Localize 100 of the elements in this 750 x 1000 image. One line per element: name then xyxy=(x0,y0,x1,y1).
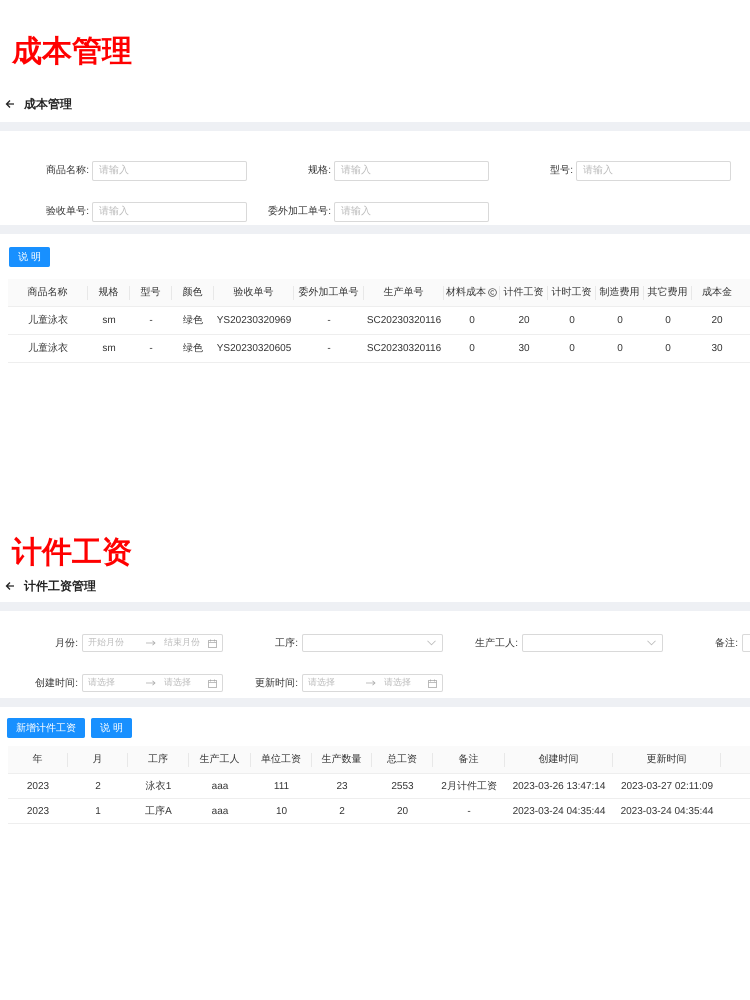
input-field[interactable]: 请输入 xyxy=(576,160,731,180)
field-label: 更新时间: xyxy=(254,676,299,690)
column-header: 规格 xyxy=(98,286,118,300)
column-header: 生产数量 xyxy=(322,752,362,767)
page-title: 成本管理 xyxy=(24,96,72,113)
field-label: 验收单号: xyxy=(45,204,90,219)
table-cell-text: - xyxy=(149,342,153,356)
input-field[interactable]: 请输入 xyxy=(334,202,489,222)
table-cell-text: - xyxy=(149,314,153,328)
column-header: 备注 xyxy=(458,752,478,767)
table-cell-text: 10 xyxy=(276,804,288,818)
field-label: 型号: xyxy=(549,164,574,178)
table-cell-text: 0 xyxy=(469,314,475,328)
date-range-field[interactable]: 请选择 请选择 xyxy=(302,674,443,692)
arrow-right-icon xyxy=(146,640,156,646)
table-cell-text: 20 xyxy=(711,314,723,328)
column-header: 生产单号 xyxy=(384,286,424,300)
table-cell-text: 0 xyxy=(569,342,575,356)
column-header: 更新时间 xyxy=(646,752,686,767)
table-cell-text: YS20230320605 xyxy=(216,342,292,356)
table-cell-text: SC20230320116 xyxy=(366,342,442,356)
date-range-field[interactable]: 开始月份 结束月份 xyxy=(82,634,223,652)
field-label: 委外加工单号: xyxy=(267,204,332,219)
table-cell-text: 泳衣1 xyxy=(146,780,172,794)
column-header: 材料成本 xyxy=(446,286,486,300)
column-header: 颜色 xyxy=(182,286,202,300)
input-field[interactable]: 请输入 xyxy=(92,202,247,222)
select-field[interactable] xyxy=(302,634,443,652)
calendar-icon xyxy=(208,638,217,648)
table-cell-text: 23 xyxy=(336,780,348,794)
column-header: 月 xyxy=(92,753,102,767)
table-cell-text: 2023-03-24 04:35:44 xyxy=(512,804,606,818)
table-cell-text: 0 xyxy=(665,342,671,356)
column-header: 总工资 xyxy=(387,752,417,767)
table-cell-text: 20 xyxy=(396,804,408,818)
info-icon[interactable] xyxy=(488,288,497,297)
field-label: 工序: xyxy=(274,636,299,650)
table-cell-text: - xyxy=(327,314,331,328)
table-cell-text: aaa xyxy=(212,780,228,794)
column-header: 计时工资 xyxy=(552,286,592,300)
table-cell-text: - xyxy=(467,804,471,818)
table-cell-text: 0 xyxy=(617,314,623,328)
back-arrow-icon[interactable] xyxy=(5,581,15,591)
arrow-right-icon xyxy=(366,680,376,686)
column-header: 生产工人 xyxy=(200,752,240,767)
table-cell-text: 2553 xyxy=(391,780,414,794)
table-cell-text: 2023 xyxy=(26,804,50,818)
column-header: 创建时间 xyxy=(538,752,578,767)
input-field[interactable]: 请输入 xyxy=(92,160,247,180)
table-cell-text: 2 xyxy=(339,804,345,818)
column-header: 成本金 xyxy=(702,286,732,300)
action-button[interactable]: 说 明 xyxy=(9,247,50,267)
table-cell-text: 绿色 xyxy=(183,314,203,328)
placeholder: 结束月份 xyxy=(164,636,201,650)
table-cell-text: 2023-03-27 02:11:09 xyxy=(620,780,714,794)
column-header: 委外加工单号 xyxy=(298,286,358,300)
field-label: 备注: xyxy=(714,636,739,650)
table-cell-text: 0 xyxy=(469,342,475,356)
field-label: 规格: xyxy=(307,164,332,178)
table-cell-text: 0 xyxy=(665,314,671,328)
table-cell-text: sm xyxy=(102,314,116,328)
input-field[interactable]: 请输入 xyxy=(334,160,489,180)
table-cell-text: - xyxy=(327,342,331,356)
column-header: 单位工资 xyxy=(261,752,301,767)
column-header: 验收单号 xyxy=(234,286,274,300)
field-label: 生产工人: xyxy=(474,636,519,650)
select-field[interactable] xyxy=(522,634,663,652)
table-cell-text: 2月计件工资 xyxy=(441,780,497,794)
placeholder: 开始月份 xyxy=(88,636,125,650)
page-title: 计件工资管理 xyxy=(24,578,96,595)
table-cell-text: 儿童泳衣 xyxy=(28,314,68,328)
action-button[interactable]: 说 明 xyxy=(91,718,132,738)
chevron-down-icon xyxy=(647,640,656,646)
table-cell-text: 20 xyxy=(518,314,530,328)
field-label: 商品名称: xyxy=(45,164,90,178)
table-cell-text: 0 xyxy=(617,342,623,356)
table-cell-text: aaa xyxy=(212,804,228,818)
column-header: 其它费用 xyxy=(648,286,688,300)
column-header: 制造费用 xyxy=(600,286,640,300)
table-cell-text: 1 xyxy=(95,804,101,818)
table-cell-text: 2 xyxy=(95,780,101,794)
date-range-field[interactable]: 请选择 请选择 xyxy=(82,674,223,692)
table-cell-text: sm xyxy=(102,342,116,356)
action-button[interactable]: 新增计件工资 xyxy=(7,718,85,738)
table-cell-text: 工序A xyxy=(145,804,172,818)
column-header: 型号 xyxy=(140,286,160,300)
table-cell-text: 30 xyxy=(518,342,530,356)
column-header: 年 xyxy=(32,753,42,767)
table-cell-text: SC20230320116 xyxy=(366,314,442,328)
table-cell-text: YS20230320969 xyxy=(216,314,292,328)
chevron-down-icon xyxy=(427,640,436,646)
table-cell-text: 绿色 xyxy=(183,342,203,356)
column-header: 商品名称 xyxy=(28,286,68,300)
table-cell-text: 111 xyxy=(274,780,290,794)
calendar-icon xyxy=(428,678,437,688)
placeholder: 请选择 xyxy=(308,676,336,690)
back-arrow-icon[interactable] xyxy=(5,99,15,109)
placeholder: 请选择 xyxy=(164,676,192,690)
column-header: 计件工资 xyxy=(504,286,544,300)
table-cell-text: 0 xyxy=(569,314,575,328)
